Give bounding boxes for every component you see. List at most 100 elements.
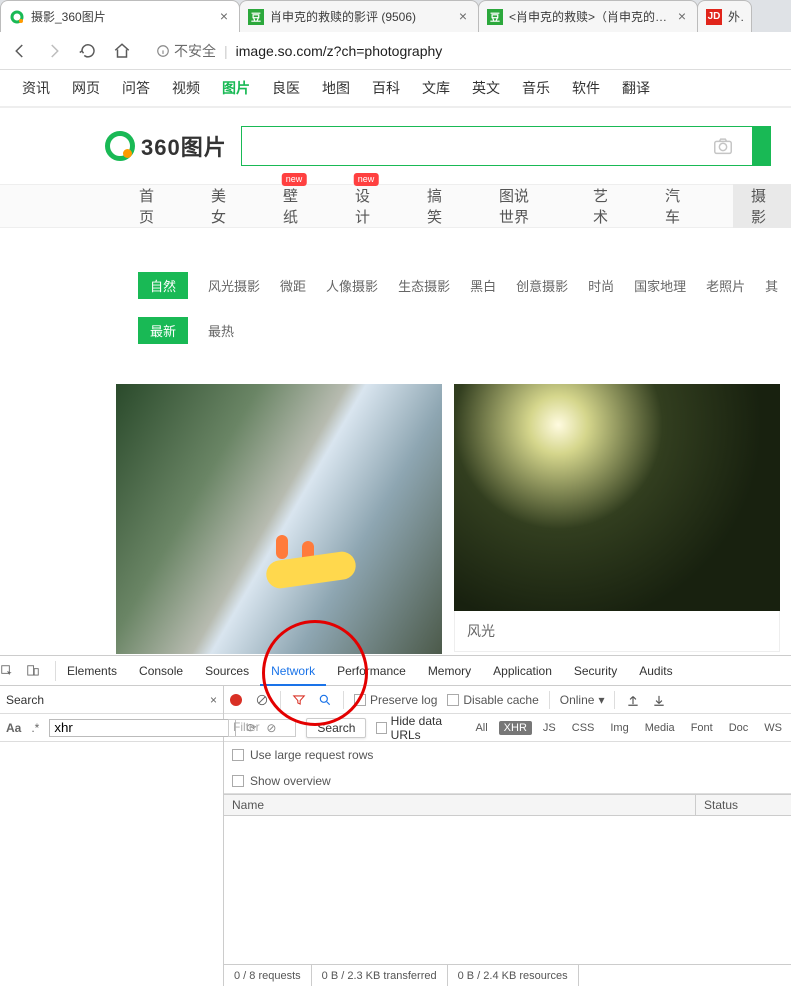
site-nav-item[interactable]: 翻译 xyxy=(622,78,650,98)
site-nav-item[interactable]: 软件 xyxy=(572,78,600,98)
search-sidebar-input[interactable] xyxy=(49,719,236,737)
filter-item[interactable]: 其 xyxy=(765,276,778,295)
page-content: 自然 风光摄影 微距 人像摄影 生态摄影 黑白 创意摄影 时尚 国家地理 老照片 其 最新 最热 风光 xyxy=(0,228,791,654)
logo-icon xyxy=(105,131,135,161)
type-chip[interactable]: CSS xyxy=(567,721,600,735)
url-field[interactable]: 不安全 | image.so.com/z?ch=photography xyxy=(146,37,781,64)
search-dropdown[interactable]: Search xyxy=(306,718,366,738)
search-button[interactable] xyxy=(752,126,770,166)
disable-cache-checkbox[interactable]: Disable cache xyxy=(447,693,538,707)
network-pane: Preserve log Disable cache Online▾ Filte… xyxy=(224,686,791,986)
devtools-tab[interactable]: Audits xyxy=(628,656,683,686)
gallery-card[interactable] xyxy=(116,384,442,654)
network-filter-input[interactable]: Filter xyxy=(228,719,296,737)
filter-item[interactable]: 国家地理 xyxy=(634,276,686,295)
category-tab[interactable]: 美女 xyxy=(207,185,237,227)
device-toggle-icon[interactable] xyxy=(26,664,52,678)
browser-tab-2[interactable]: 豆 <肖申克的救赎>（肖申克的救赎 × xyxy=(478,0,698,32)
site-nav-item[interactable]: 图片 xyxy=(222,78,250,98)
category-tab[interactable]: 搞笑 xyxy=(423,185,453,227)
devtools-tab[interactable]: Performance xyxy=(326,656,417,686)
show-overview-checkbox[interactable]: Show overview xyxy=(224,768,791,794)
col-name[interactable]: Name xyxy=(224,795,696,815)
site-logo[interactable]: 360图片 xyxy=(105,130,227,162)
site-nav-item[interactable]: 百科 xyxy=(372,78,400,98)
site-nav-item[interactable]: 文库 xyxy=(422,78,450,98)
close-icon[interactable]: × xyxy=(456,10,470,24)
filter-pill-active[interactable]: 自然 xyxy=(138,272,188,299)
devtools-tab[interactable]: Security xyxy=(563,656,628,686)
filter-item[interactable]: 风光摄影 xyxy=(208,276,260,295)
type-chip[interactable]: Font xyxy=(686,721,718,735)
site-nav-item[interactable]: 良医 xyxy=(272,78,300,98)
type-chip[interactable]: XHR xyxy=(499,721,532,735)
filter-item[interactable]: 生态摄影 xyxy=(398,276,450,295)
filter-item[interactable]: 时尚 xyxy=(588,276,614,295)
site-nav-item[interactable]: 视频 xyxy=(172,78,200,98)
filter-item[interactable]: 最热 xyxy=(208,321,234,340)
download-har-icon[interactable] xyxy=(651,692,667,708)
search-icon[interactable] xyxy=(317,692,333,708)
filter-row-subject: 自然 风光摄影 微距 人像摄影 生态摄影 黑白 创意摄影 时尚 国家地理 老照片 其 xyxy=(0,272,791,299)
home-button[interactable] xyxy=(112,41,132,61)
preserve-log-checkbox[interactable]: Preserve log xyxy=(354,693,437,707)
devtools-tab[interactable]: Sources xyxy=(194,656,260,686)
devtools-tab[interactable]: Network xyxy=(260,656,326,686)
camera-icon[interactable] xyxy=(712,135,752,157)
devtools-tab[interactable]: Application xyxy=(482,656,563,686)
search-input[interactable] xyxy=(242,127,712,165)
browser-tab-1[interactable]: 豆 肖申克的救赎的影评 (9506) × xyxy=(239,0,479,32)
category-tab[interactable]: 摄影 xyxy=(733,184,791,228)
filter-item[interactable]: 创意摄影 xyxy=(516,276,568,295)
category-tab[interactable]: 艺术 xyxy=(589,185,619,227)
filter-item[interactable]: 黑白 xyxy=(470,276,496,295)
filter-pill-active[interactable]: 最新 xyxy=(138,317,188,344)
type-chip[interactable]: Img xyxy=(605,721,633,735)
type-chip[interactable]: All xyxy=(470,721,492,735)
type-chip[interactable]: Media xyxy=(640,721,680,735)
close-icon[interactable]: × xyxy=(217,10,231,24)
filter-icon[interactable] xyxy=(291,692,307,708)
category-tab[interactable]: 壁纸new xyxy=(279,185,309,227)
hide-data-urls-checkbox[interactable]: Hide data URLs xyxy=(376,714,460,742)
filter-item[interactable]: 人像摄影 xyxy=(326,276,378,295)
favicon-jd-icon: JD xyxy=(706,9,722,25)
regex-toggle[interactable]: .* xyxy=(31,721,39,735)
record-button[interactable] xyxy=(228,692,244,708)
match-case-toggle[interactable]: Aa xyxy=(6,721,21,735)
devtools-tab[interactable]: Elements xyxy=(56,656,128,686)
site-nav-item[interactable]: 音乐 xyxy=(522,78,550,98)
inspect-element-icon[interactable] xyxy=(0,664,26,678)
use-large-rows-checkbox[interactable]: Use large request rows xyxy=(224,742,791,768)
site-nav-item[interactable]: 英文 xyxy=(472,78,500,98)
clear-icon[interactable] xyxy=(254,692,270,708)
devtools-tab[interactable]: Console xyxy=(128,656,194,686)
upload-har-icon[interactable] xyxy=(625,692,641,708)
site-nav-item[interactable]: 地图 xyxy=(322,78,350,98)
col-status[interactable]: Status xyxy=(696,795,791,815)
type-chip[interactable]: WS xyxy=(759,721,787,735)
category-tab[interactable]: 汽车 xyxy=(661,185,691,227)
filter-item[interactable]: 老照片 xyxy=(706,276,745,295)
throttling-select[interactable]: Online▾ xyxy=(560,693,605,707)
back-button[interactable] xyxy=(10,41,30,61)
type-chip[interactable]: Doc xyxy=(724,721,754,735)
forward-button[interactable] xyxy=(44,41,64,61)
site-nav-item[interactable]: 问答 xyxy=(122,78,150,98)
type-chip[interactable]: JS xyxy=(538,721,561,735)
category-tab[interactable]: 首页 xyxy=(135,185,165,227)
browser-tab-0[interactable]: 摄影_360图片 × xyxy=(0,0,240,32)
category-tab[interactable]: 图说世界 xyxy=(495,185,547,227)
filter-item[interactable]: 微距 xyxy=(280,276,306,295)
site-nav-item[interactable]: 资讯 xyxy=(22,78,50,98)
close-icon[interactable]: × xyxy=(675,10,689,24)
reload-button[interactable] xyxy=(78,41,98,61)
search-panel-title: Search xyxy=(6,693,204,707)
close-icon[interactable]: × xyxy=(210,693,217,707)
gallery-card[interactable]: 风光 xyxy=(454,384,780,654)
network-status-bar: 0 / 8 requests0 B / 2.3 KB transferred0 … xyxy=(224,964,791,986)
site-nav-item[interactable]: 网页 xyxy=(72,78,100,98)
browser-tab-3[interactable]: JD 外国小 xyxy=(697,0,752,32)
devtools-tab[interactable]: Memory xyxy=(417,656,482,686)
category-tab[interactable]: 设计new xyxy=(351,185,381,227)
